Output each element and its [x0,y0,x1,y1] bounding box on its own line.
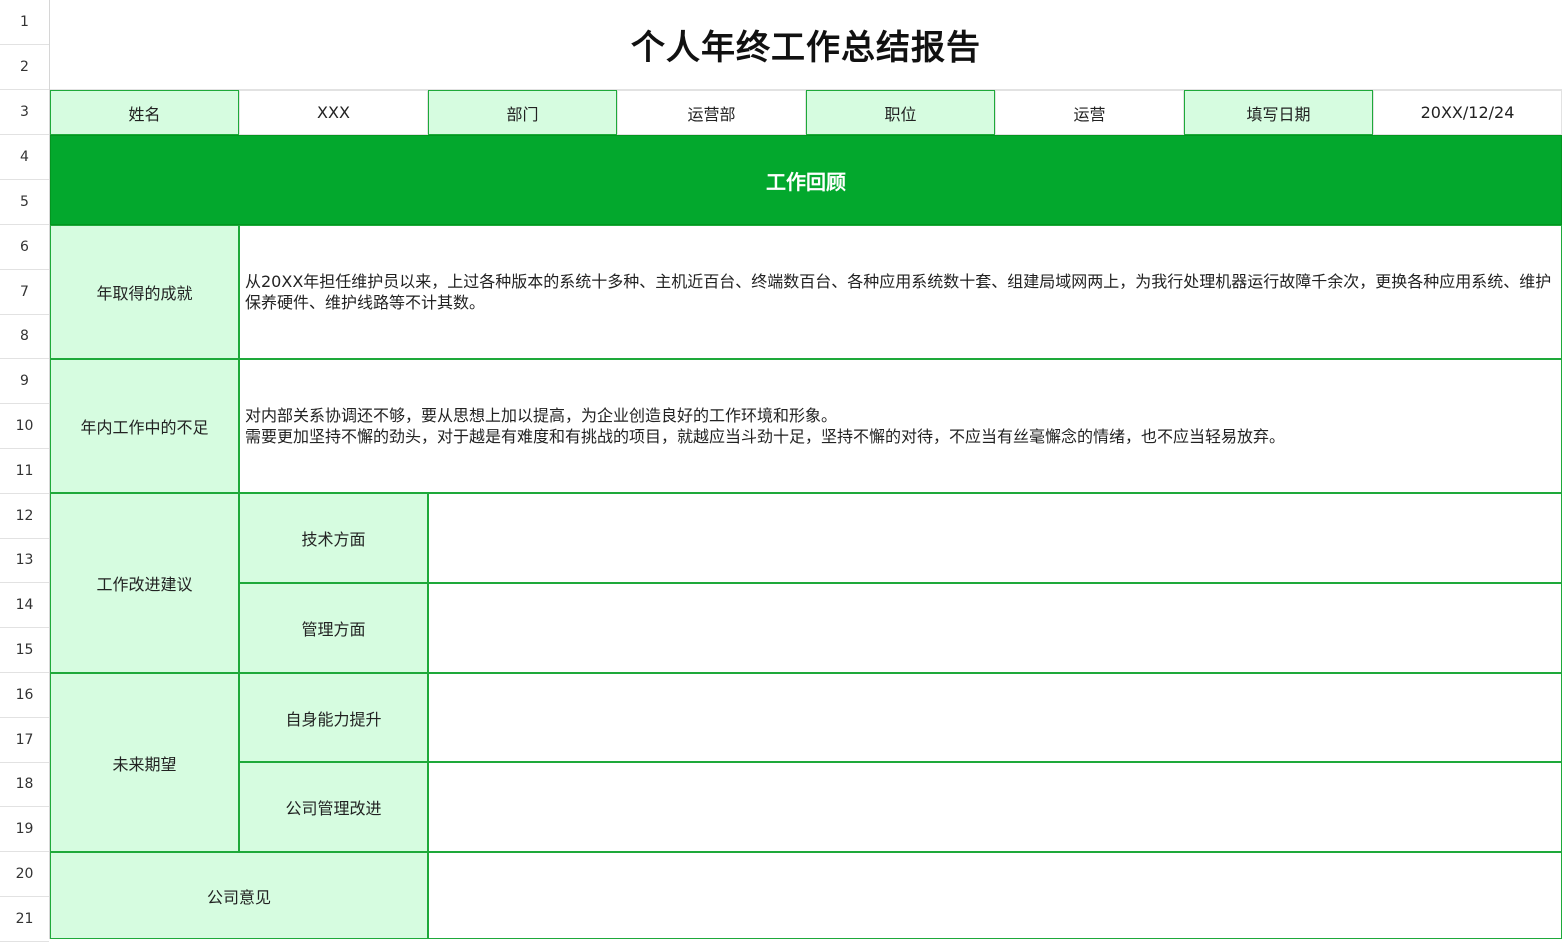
tech-aspect-input[interactable] [428,493,1562,583]
improvement-label[interactable]: 工作改进建议 [50,493,239,673]
row-number[interactable]: 16 [0,673,49,718]
row-number[interactable]: 7 [0,270,49,315]
row-number[interactable]: 21 [0,897,49,942]
row-number[interactable]: 8 [0,314,49,359]
row-number[interactable]: 18 [0,762,49,807]
dept-label[interactable]: 部门 [428,90,617,135]
company-opinion-label[interactable]: 公司意见 [50,852,428,939]
achievements-text: 从20XX年担任维护员以来，上过各种版本的系统十多种、主机近百台、终端数百台、各… [245,272,1552,312]
work-review-banner[interactable]: 工作回顾 [50,135,1562,225]
mgmt-aspect-input[interactable] [428,583,1562,673]
row-number[interactable]: 20 [0,852,49,897]
achievements-cell[interactable]: 从20XX年担任维护员以来，上过各种版本的系统十多种、主机近百台、终端数百台、各… [239,225,1562,359]
row-number[interactable]: 6 [0,225,49,270]
row-number[interactable]: 2 [0,45,49,90]
company-mgmt-input[interactable] [428,762,1562,852]
company-opinion-input[interactable] [428,852,1562,939]
shortcomings-line-2: 需要更加坚持不懈的劲头，对于越是有难度和有挑战的项目，就越应当斗劲十足，坚持不懈… [245,427,1286,446]
row-number[interactable]: 4 [0,135,49,180]
name-label[interactable]: 姓名 [50,90,239,135]
date-value[interactable]: 20XX/12/24 [1373,90,1562,135]
mgmt-aspect-label[interactable]: 管理方面 [239,583,428,673]
position-label[interactable]: 职位 [806,90,995,135]
row-number[interactable]: 1 [0,0,49,45]
shortcomings-label[interactable]: 年内工作中的不足 [50,359,239,493]
name-value[interactable]: XXX [239,90,428,135]
self-improvement-input[interactable] [428,673,1562,762]
row-number[interactable]: 17 [0,718,49,763]
tech-aspect-label[interactable]: 技术方面 [239,493,428,583]
row-number[interactable]: 19 [0,807,49,852]
position-value[interactable]: 运营 [995,90,1184,135]
row-number[interactable]: 9 [0,359,49,404]
report-title[interactable]: 个人年终工作总结报告 [50,0,1562,90]
row-number[interactable]: 15 [0,628,49,673]
self-improvement-label[interactable]: 自身能力提升 [239,673,428,762]
row-number[interactable]: 3 [0,90,49,135]
shortcomings-line-1: 对内部关系协调还不够，要从思想上加以提高，为企业创造良好的工作环境和形象。 [245,406,838,425]
date-label[interactable]: 填写日期 [1184,90,1373,135]
row-number[interactable]: 13 [0,538,49,583]
shortcomings-cell[interactable]: 对内部关系协调还不够，要从思想上加以提高，为企业创造良好的工作环境和形象。 需要… [239,359,1562,493]
company-mgmt-label[interactable]: 公司管理改进 [239,762,428,852]
row-number[interactable]: 10 [0,404,49,449]
dept-value[interactable]: 运营部 [617,90,806,135]
achievements-label[interactable]: 年取得的成就 [50,225,239,359]
row-number[interactable]: 11 [0,449,49,494]
future-label[interactable]: 未来期望 [50,673,239,852]
row-number[interactable]: 12 [0,494,49,539]
row-header-column: 1 2 3 4 5 6 7 8 9 10 11 12 13 14 15 16 1… [0,0,50,942]
row-number[interactable]: 5 [0,180,49,225]
row-number[interactable]: 14 [0,583,49,628]
